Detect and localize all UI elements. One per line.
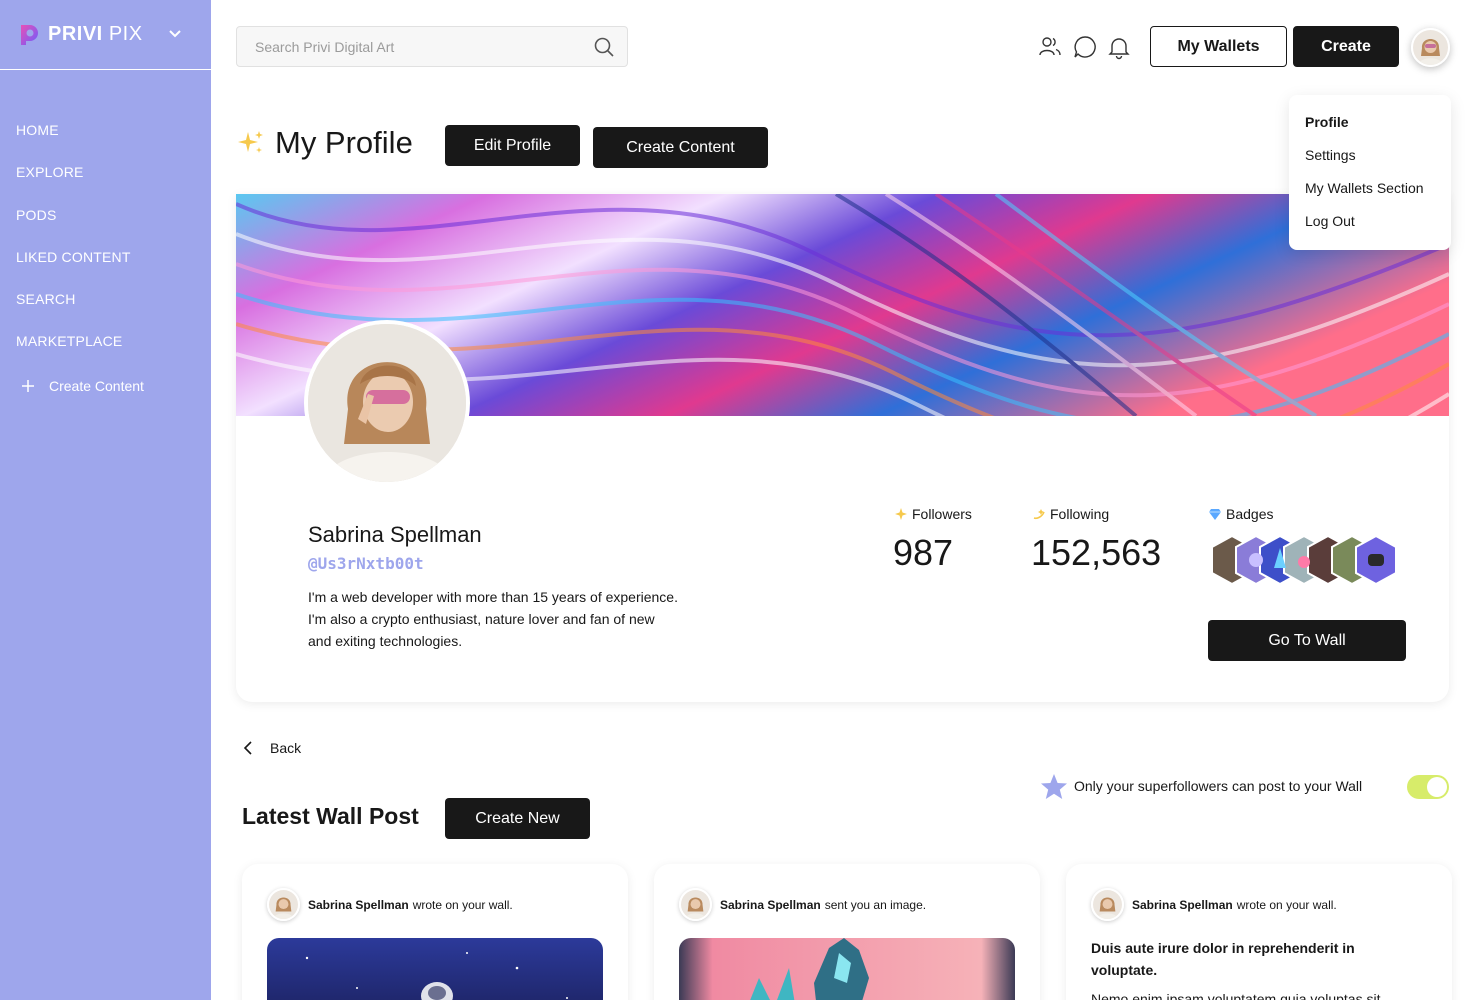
- create-content-button[interactable]: Create Content: [593, 127, 768, 168]
- privi-logo-icon: [21, 24, 38, 45]
- menu-item-log-out[interactable]: Log Out: [1305, 212, 1435, 245]
- go-to-wall-button[interactable]: Go To Wall: [1208, 620, 1406, 661]
- wall-post-card[interactable]: Sabrina Spellman sent you an image.: [654, 864, 1040, 1000]
- profile-photo: [308, 324, 466, 482]
- chat-icon[interactable]: [1072, 34, 1098, 60]
- star-icon: [895, 508, 907, 520]
- post-author[interactable]: Sabrina Spellman: [1132, 898, 1233, 912]
- following-count: 152,563: [1031, 532, 1162, 573]
- edit-profile-button[interactable]: Edit Profile: [445, 125, 580, 166]
- sidebar-item-search[interactable]: SEARCH: [16, 287, 131, 329]
- profile-handle: @Us3rNxtb00t: [308, 554, 424, 573]
- superfollower-star-icon: [1041, 774, 1067, 799]
- search-input[interactable]: [237, 27, 577, 66]
- post-action: sent you an image.: [824, 897, 927, 912]
- post-author[interactable]: Sabrina Spellman: [308, 898, 409, 912]
- menu-item-settings[interactable]: Settings: [1305, 146, 1435, 179]
- sidebar-item-explore[interactable]: EXPLORE: [16, 160, 131, 202]
- profile-dropdown-menu: Profile Settings My Wallets Section Log …: [1289, 95, 1451, 250]
- badges-label: Badges: [1208, 506, 1273, 522]
- toggle-knob: [1427, 777, 1447, 797]
- post-image[interactable]: [679, 938, 1015, 1000]
- post-header: Sabrina Spellman wrote on your wall.: [267, 888, 513, 921]
- dizzy-icon: [1033, 509, 1045, 520]
- sidebar-item-liked-content[interactable]: LIKED CONTENT: [16, 245, 131, 287]
- profile-avatar[interactable]: [304, 320, 470, 486]
- space-astronaut-image: [267, 938, 603, 1000]
- post-author[interactable]: Sabrina Spellman: [720, 898, 821, 912]
- menu-item-my-wallets-section[interactable]: My Wallets Section: [1305, 179, 1435, 212]
- sidebar: PRIVI PIX HOME EXPLORE PODS LIKED CONTEN…: [0, 0, 211, 1000]
- crystal-figure-image: [679, 938, 1015, 1000]
- post-action: wrote on your wall.: [412, 897, 513, 912]
- avatar-image: [1413, 30, 1448, 65]
- post-header: Sabrina Spellman wrote on your wall.: [1091, 888, 1337, 921]
- chevron-down-icon[interactable]: [166, 24, 184, 42]
- badges-icon: [1211, 534, 1397, 586]
- sidebar-nav: HOME EXPLORE PODS LIKED CONTENT SEARCH M…: [16, 118, 131, 372]
- gem-icon: [1209, 509, 1221, 520]
- profile-bio: I'm a web developer with more than 15 ye…: [308, 589, 678, 649]
- back-label: Back: [270, 740, 302, 756]
- post-avatar[interactable]: [1091, 888, 1124, 921]
- page-title: My Profile: [275, 125, 413, 160]
- brand[interactable]: PRIVI PIX: [0, 0, 211, 70]
- users-icon[interactable]: [1037, 34, 1063, 60]
- menu-item-profile[interactable]: Profile: [1305, 113, 1435, 146]
- wall-title: Latest Wall Post: [242, 803, 419, 829]
- post-avatar[interactable]: [679, 888, 712, 921]
- back-link[interactable]: Back: [240, 740, 301, 756]
- sidebar-create-content[interactable]: Create Content: [20, 378, 144, 394]
- post-title: Duis aute irure dolor in reprehenderit i…: [1091, 940, 1355, 978]
- my-wallets-button[interactable]: My Wallets: [1150, 26, 1287, 67]
- profile-name: Sabrina Spellman: [308, 522, 482, 547]
- create-new-button[interactable]: Create New: [445, 798, 590, 839]
- following-label: Following: [1032, 506, 1109, 522]
- post-header: Sabrina Spellman sent you an image.: [679, 888, 926, 921]
- post-action: wrote on your wall.: [1236, 897, 1337, 912]
- followers-count: 987: [893, 532, 954, 573]
- plus-icon: [22, 380, 34, 392]
- chevron-left-icon: [243, 741, 252, 755]
- wall-post-card[interactable]: Sabrina Spellman wrote on your wall. Dui…: [1066, 864, 1452, 1000]
- post-avatar[interactable]: [267, 888, 300, 921]
- badges-list[interactable]: [1208, 534, 1408, 586]
- avatar[interactable]: [1411, 28, 1450, 67]
- superfollowers-text: Only your superfollowers can post to you…: [1074, 778, 1363, 794]
- create-button[interactable]: Create: [1293, 26, 1399, 67]
- wall-post-card[interactable]: Sabrina Spellman wrote on your wall.: [242, 864, 628, 1000]
- search-bar: [236, 26, 628, 67]
- sidebar-create-label: Create Content: [49, 378, 144, 394]
- post-body: Nemo enim ipsam voluptatem quia voluptas…: [1091, 991, 1381, 1000]
- sidebar-item-home[interactable]: HOME: [16, 118, 131, 160]
- superfollowers-toggle[interactable]: [1407, 775, 1449, 799]
- sidebar-item-marketplace[interactable]: MARKETPLACE: [16, 329, 131, 371]
- sidebar-item-pods[interactable]: PODS: [16, 203, 131, 245]
- sparkles-icon: [238, 131, 263, 153]
- brand-name: PRIVI PIX: [48, 23, 143, 45]
- followers-label: Followers: [894, 506, 972, 522]
- post-image[interactable]: [267, 938, 603, 1000]
- bell-icon[interactable]: [1106, 34, 1132, 60]
- search-icon[interactable]: [593, 36, 615, 58]
